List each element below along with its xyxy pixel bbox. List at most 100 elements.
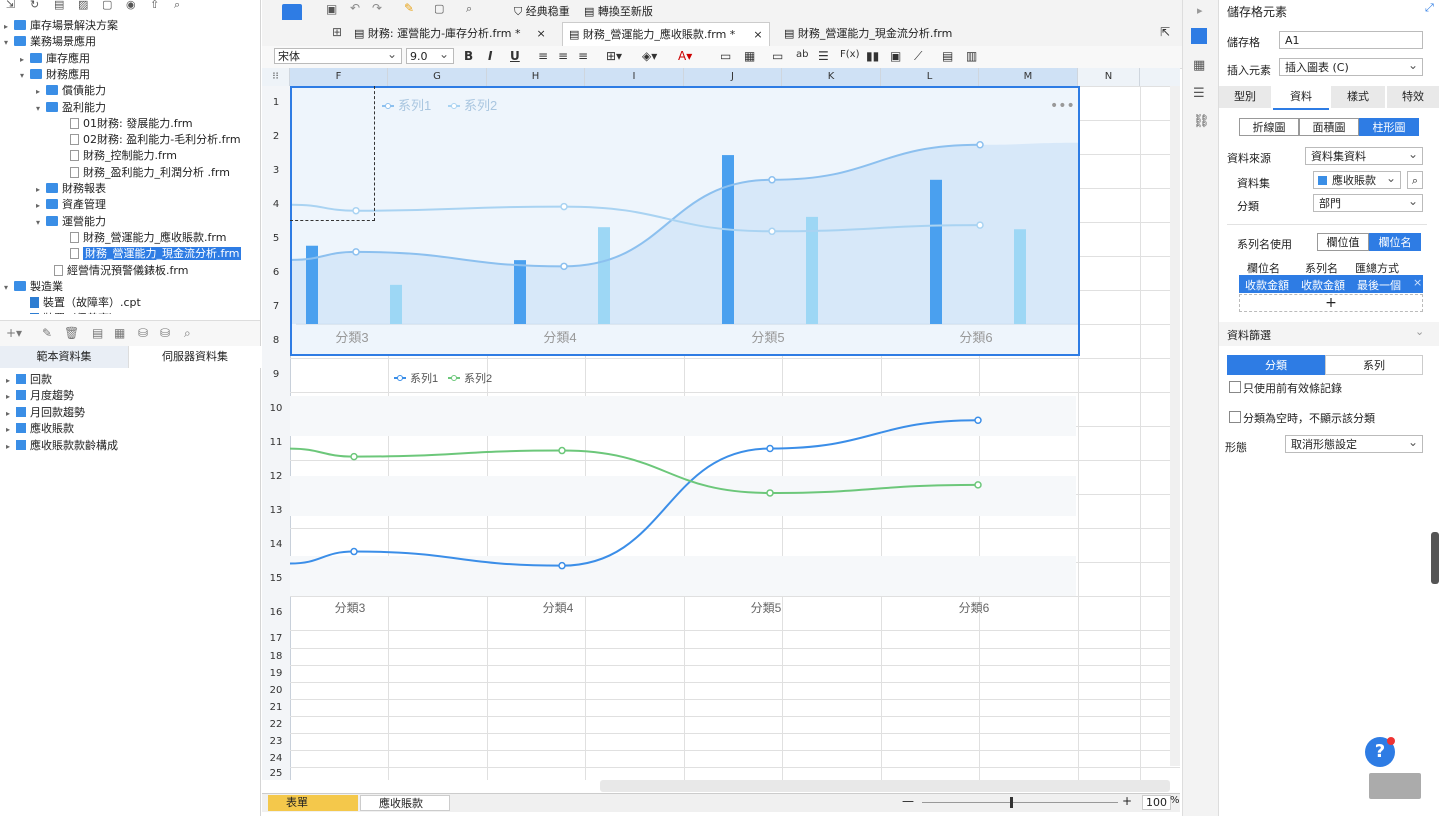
chevron-down-icon[interactable]: ▾: [20, 68, 30, 84]
align-center-icon[interactable]: ≡: [558, 49, 568, 63]
search-icon[interactable]: ⌕: [1407, 171, 1423, 189]
insert-element-select[interactable]: 插入圖表 (C): [1279, 56, 1423, 76]
row-header-cell[interactable]: 19: [262, 665, 290, 682]
tab-receivable[interactable]: ▤ 財務_營運能力_應收賬款.frm * ×: [562, 22, 770, 47]
zoom-handle[interactable]: [1010, 797, 1013, 808]
chart-icon[interactable]: ▮▮: [866, 49, 879, 63]
underline-button[interactable]: U: [510, 49, 520, 63]
field-row[interactable]: 收款金額 收款金額 最後一個 ×: [1239, 275, 1423, 293]
save-icon[interactable]: ▣: [326, 2, 337, 16]
add-dataset-icon[interactable]: +▾: [6, 326, 22, 340]
row-field-name[interactable]: 收款金額: [1245, 277, 1289, 293]
tree-item[interactable]: 01財務: 發展能力.frm: [60, 116, 193, 132]
tree-item[interactable]: 02財務: 盈利能力-毛利分析.frm: [60, 132, 241, 148]
add-field-button[interactable]: +: [1239, 294, 1423, 312]
row-header-cell[interactable]: 2: [262, 120, 290, 154]
chevron-down-icon[interactable]: ▾: [36, 101, 46, 117]
point-series1-3[interactable]: [768, 176, 776, 184]
font-color-icon[interactable]: A▾: [678, 49, 692, 63]
checkbox-hide-empty[interactable]: [1229, 411, 1241, 423]
row-header-cell[interactable]: 16: [262, 596, 290, 630]
bar-chart-option[interactable]: 柱形圖: [1359, 118, 1419, 136]
tree-item[interactable]: ▾ 業務場景應用: [4, 34, 96, 50]
column-header-cell[interactable]: M: [979, 68, 1078, 86]
tab-menu-icon[interactable]: ⇱: [1160, 25, 1170, 39]
row-header-cell[interactable]: 3: [262, 154, 290, 188]
grid-icon[interactable]: ⊞: [332, 25, 342, 39]
line-chart-option[interactable]: 折線圖: [1239, 118, 1299, 136]
image-icon[interactable]: ▨: [78, 0, 88, 11]
formula-icon[interactable]: F(x): [840, 49, 859, 60]
sheet-tab-receivable[interactable]: 應收賬款: [360, 795, 450, 811]
convert-button[interactable]: ▤ 轉換至新版: [584, 3, 653, 19]
tree-item[interactable]: ▾ 財務應用: [20, 67, 90, 83]
more-icon[interactable]: •••: [1050, 98, 1075, 114]
brush-icon[interactable]: ✎: [404, 1, 414, 15]
point-series2-1[interactable]: [350, 452, 358, 461]
row-header-cell[interactable]: 18: [262, 648, 290, 665]
line-chart-frame[interactable]: 分類3 分類4 分類5 分類6 系列1 系列2: [290, 360, 1080, 630]
bar-2-4[interactable]: [1014, 229, 1026, 324]
db2-icon[interactable]: ⛁: [160, 326, 170, 340]
new-icon[interactable]: ⇲: [6, 0, 15, 11]
tab-data[interactable]: 資料: [1273, 86, 1329, 110]
bold-button[interactable]: B: [464, 49, 473, 63]
widget-icon[interactable]: ☰: [1193, 86, 1205, 101]
row-header-cell[interactable]: 15: [262, 562, 290, 596]
row-header-cell[interactable]: 14: [262, 528, 290, 562]
row-header-cell[interactable]: 4: [262, 188, 290, 222]
spreadsheet[interactable]: ⁝⁝ F G H I J K L M N 1 2 3 4 5 6 7 8 9 10 11 12 13 14 15 16 17 18 1…: [262, 68, 1180, 780]
collapse-icon[interactable]: ▸: [1197, 4, 1203, 17]
bar-1-4[interactable]: [930, 179, 942, 324]
cell-element-icon[interactable]: [1191, 28, 1207, 44]
zoom-in-icon[interactable]: +: [1122, 794, 1132, 808]
chevron-right-icon[interactable]: ▸: [20, 52, 30, 68]
expand-icon[interactable]: ⤢: [1425, 1, 1434, 15]
filter-tab-category[interactable]: 分類: [1227, 355, 1325, 375]
richtext-icon[interactable]: ☰: [818, 49, 829, 63]
tab-server-datasets[interactable]: 伺服器資料集: [128, 346, 261, 368]
column-header-cell[interactable]: F: [290, 68, 388, 86]
tab-type[interactable]: 型別: [1219, 86, 1271, 108]
bar-2-1[interactable]: [390, 284, 402, 324]
row-header-cell[interactable]: 5: [262, 222, 290, 256]
clone-icon[interactable]: ▢: [102, 0, 112, 11]
chevron-down-icon[interactable]: ▾: [36, 215, 46, 231]
chevron-right-icon[interactable]: ▸: [6, 409, 10, 418]
redo-icon[interactable]: ↷: [372, 1, 382, 15]
row-header-cell[interactable]: 10: [262, 392, 290, 426]
zoom-icon[interactable]: ⌕: [466, 2, 472, 16]
row-header-cell[interactable]: 12: [262, 460, 290, 494]
refresh-icon[interactable]: ↻: [30, 0, 39, 11]
point-series1-3[interactable]: [766, 444, 774, 453]
point-series1-4[interactable]: [974, 416, 982, 424]
column-header-cell[interactable]: J: [684, 68, 782, 86]
row-header-cell[interactable]: 13: [262, 494, 290, 528]
dataset-item[interactable]: ▸ 應收賬款款齡構成: [6, 438, 118, 454]
merge-icon[interactable]: ▭: [720, 49, 731, 63]
search-icon[interactable]: ⌕: [174, 0, 180, 12]
search-icon[interactable]: ⌕: [184, 326, 191, 341]
row-header-cell[interactable]: 1: [262, 86, 290, 120]
row-header-cell[interactable]: 17: [262, 630, 290, 648]
text-icon[interactable]: ▭: [772, 49, 783, 63]
filter-tab-series[interactable]: 系列: [1325, 355, 1423, 375]
close-icon[interactable]: ×: [536, 27, 545, 40]
point-series1-2[interactable]: [558, 561, 566, 570]
tree-item[interactable]: ▸ 庫存應用: [20, 51, 90, 67]
sheet-tab-form[interactable]: 表單: [268, 795, 358, 811]
point-series2-4[interactable]: [976, 221, 984, 229]
shape-select[interactable]: 取消形態設定: [1285, 433, 1423, 453]
align-left-icon[interactable]: ≡: [538, 49, 548, 63]
series-name-field-value[interactable]: 欄位值: [1317, 233, 1369, 251]
zoom-slider[interactable]: [922, 802, 1118, 803]
tree-item[interactable]: ▸ 償債能力: [36, 83, 106, 99]
tree-item[interactable]: ▾ 製造業: [4, 279, 63, 295]
bar-1-3[interactable]: [722, 155, 734, 324]
column-header-cell[interactable]: K: [782, 68, 881, 86]
column-header-cell[interactable]: H: [487, 68, 585, 86]
point-series1-2[interactable]: [560, 262, 568, 271]
tab-effect[interactable]: 特效: [1387, 86, 1439, 108]
db-icon[interactable]: ⛁: [138, 326, 148, 340]
row-header-cell[interactable]: 9: [262, 358, 290, 392]
